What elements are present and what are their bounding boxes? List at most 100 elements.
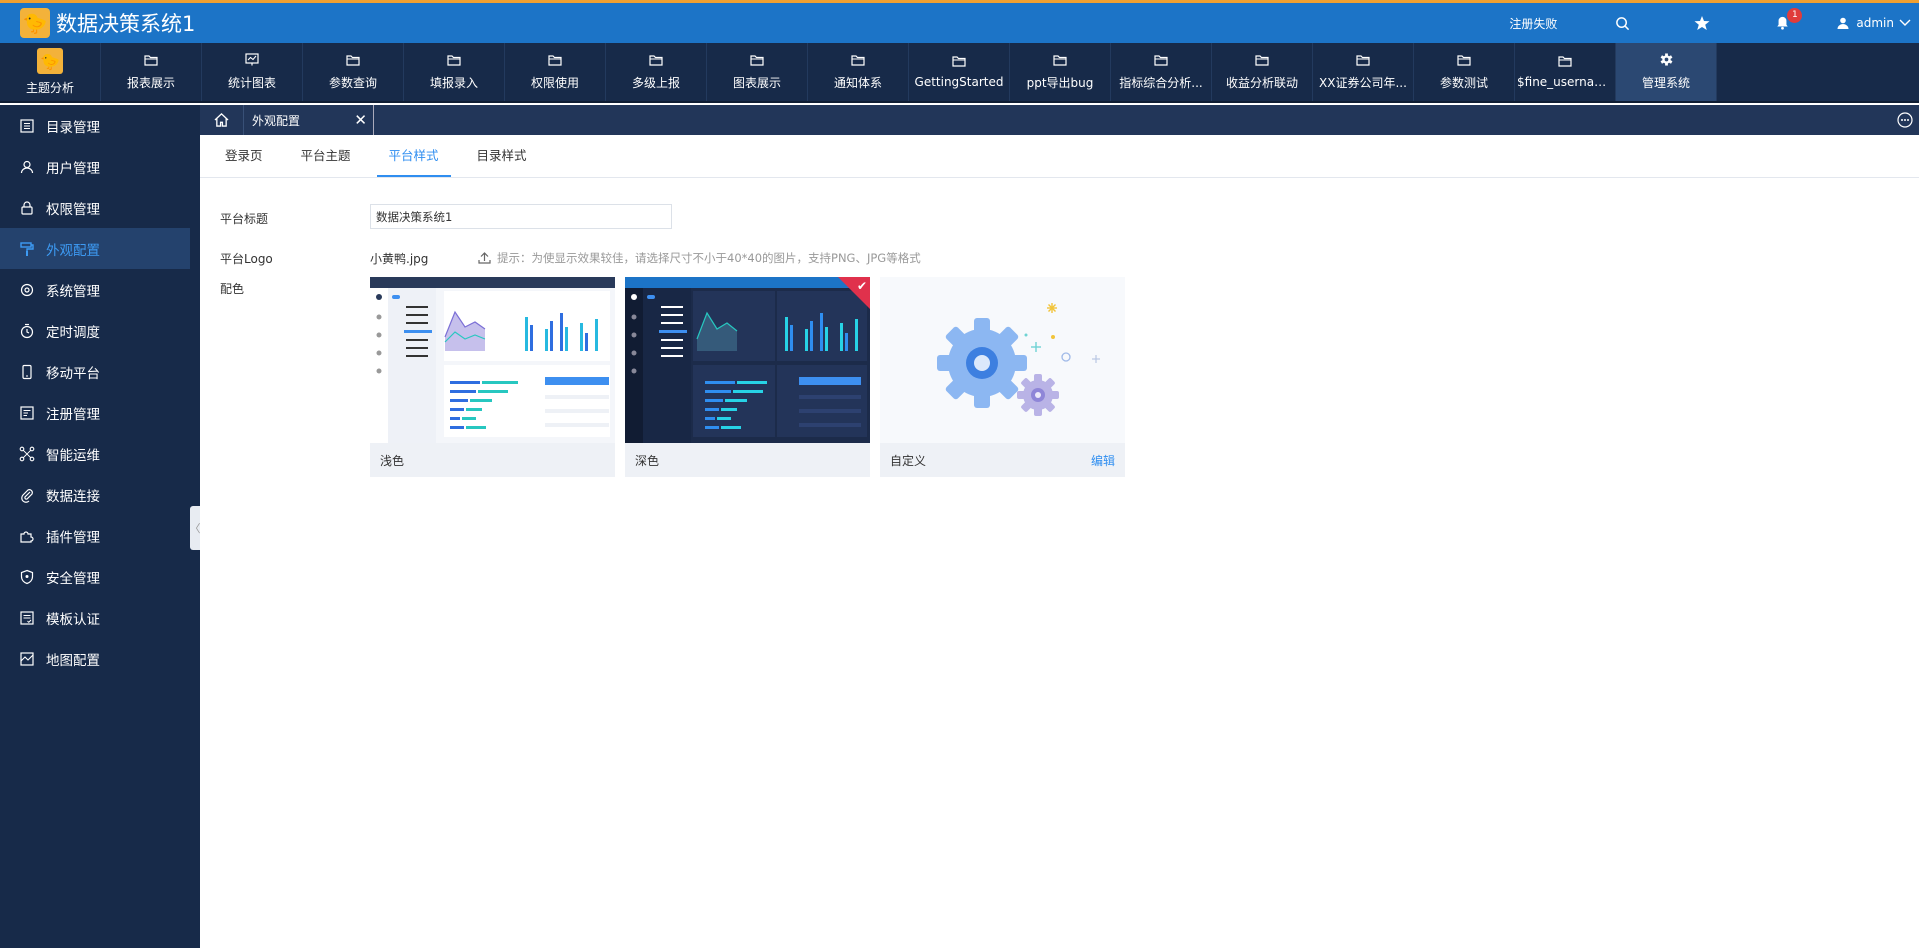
nav-item-label: 参数测试: [1439, 75, 1488, 90]
folder-icon: [750, 54, 764, 69]
folder-icon: [1154, 54, 1168, 69]
sidebar-item-8[interactable]: 智能运维: [0, 433, 190, 474]
user-menu[interactable]: admin: [1837, 16, 1911, 30]
nav-item-4[interactable]: 填报录入: [404, 43, 505, 101]
notification-button[interactable]: 1: [1757, 3, 1807, 43]
subtab-login-page[interactable]: 登录页: [213, 135, 275, 177]
sidebar-item-2[interactable]: 权限管理: [0, 187, 190, 228]
nav-item-9[interactable]: GettingStarted: [909, 43, 1010, 101]
search-button[interactable]: [1597, 3, 1647, 43]
nav-item-12[interactable]: 收益分析联动: [1212, 43, 1313, 101]
folder-icon: [346, 54, 360, 69]
subtab-platform-style[interactable]: 平台样式: [376, 135, 451, 177]
sidebar-item-label: 安全管理: [46, 570, 100, 587]
star-icon: [1694, 16, 1710, 30]
map-icon: [20, 651, 34, 666]
sidebar-item-0[interactable]: 目录管理: [0, 105, 190, 146]
platform-logo-label: 平台Logo: [220, 252, 273, 266]
gear-icon: [1660, 53, 1673, 69]
sub-tabs: 登录页 平台主题 平台样式 目录样式: [200, 135, 1919, 178]
sidebar-item-12[interactable]: 模板认证: [0, 597, 190, 638]
app-title: 数据决策系统1: [56, 12, 196, 36]
upload-icon: [478, 252, 491, 264]
nav-item-13[interactable]: XX证券公司年...: [1313, 43, 1414, 101]
sidebar-item-label: 外观配置: [46, 242, 100, 259]
nav-item-label: 多级上报: [631, 75, 680, 90]
color-scheme-cards: 浅色 ✔ 深色 自定义 编辑: [370, 277, 1125, 477]
sidebar-item-label: 智能运维: [46, 447, 100, 464]
upload-hint-text: 提示：为使显示效果较佳，请选择尺寸不小于40*40的图片，支持PNG、JPG等格…: [497, 251, 921, 265]
sidebar-item-10[interactable]: 插件管理: [0, 515, 190, 556]
home-icon: [214, 113, 229, 127]
folder-icon: [649, 54, 663, 69]
more-options-icon[interactable]: [1897, 112, 1913, 128]
nav-item-5[interactable]: 权限使用: [505, 43, 606, 101]
nav-item-16[interactable]: 管理系统: [1616, 43, 1717, 101]
folder-icon: [1558, 55, 1572, 70]
logo-file-name: 小黄鸭.jpg: [370, 252, 429, 266]
mobile-icon: [22, 364, 32, 379]
nav-item-3[interactable]: 参数查询: [303, 43, 404, 101]
nav-item-6[interactable]: 多级上报: [606, 43, 707, 101]
scheme-card-dark[interactable]: ✔ 深色: [625, 277, 870, 477]
subtab-platform-theme[interactable]: 平台主题: [289, 135, 363, 177]
register-status[interactable]: 注册失败: [1509, 15, 1557, 32]
platform-title-input[interactable]: [370, 204, 672, 229]
sidebar: 目录管理用户管理 权限管理外观配置系统管理 定时调度移动平台注册管理智能运维数据连接…: [0, 105, 200, 948]
sidebar-item-4[interactable]: 系统管理: [0, 269, 190, 310]
folder-icon: [1255, 54, 1269, 69]
paperclip-icon: [21, 488, 33, 503]
folder-icon: [1457, 54, 1471, 69]
paint-roller-icon: [20, 241, 34, 256]
nav-item-10[interactable]: ppt导出bug: [1010, 43, 1111, 101]
nav-item-11[interactable]: 指标综合分析...: [1111, 43, 1212, 101]
nav-item-label: 报表展示: [126, 75, 175, 90]
nav-item-14[interactable]: 参数测试: [1414, 43, 1515, 101]
nav-item-0[interactable]: 🐤 主题分析: [0, 43, 101, 101]
home-tab[interactable]: [200, 105, 244, 135]
certificate-icon: [20, 610, 34, 625]
tab-appearance-config[interactable]: 外观配置 ✕: [244, 105, 374, 135]
scheme-card-custom[interactable]: 自定义 编辑: [880, 277, 1125, 477]
sidebar-item-label: 目录管理: [46, 119, 100, 136]
sidebar-collapse-handle[interactable]: 〈: [190, 506, 201, 550]
shield-icon: [20, 569, 34, 584]
checkmark-icon: ✔: [856, 279, 867, 293]
sidebar-item-label: 地图配置: [46, 652, 100, 669]
sidebar-item-1[interactable]: 用户管理: [0, 146, 190, 187]
nav-item-15[interactable]: $fine_usernam...: [1515, 43, 1616, 101]
user-icon: [20, 160, 34, 173]
nav-item-7[interactable]: 图表展示: [707, 43, 808, 101]
sidebar-item-13[interactable]: 地图配置: [0, 638, 190, 679]
sidebar-item-5[interactable]: 定时调度: [0, 310, 190, 351]
sidebar-item-6[interactable]: 移动平台: [0, 351, 190, 392]
subtab-directory-style[interactable]: 目录样式: [465, 135, 539, 177]
puzzle-icon: [20, 530, 34, 543]
nav-item-label: 参数查询: [328, 75, 377, 90]
dark-theme-preview: ✔: [625, 277, 870, 443]
scheme-footer: 浅色: [370, 443, 615, 477]
nav-item-label: 填报录入: [429, 75, 478, 90]
top-bar-actions: 注册失败 1 admin: [1509, 3, 1919, 43]
sidebar-item-label: 移动平台: [46, 365, 100, 382]
notification-badge: 1: [1787, 8, 1803, 23]
gear-illustration-icon: [937, 303, 1100, 416]
close-icon[interactable]: ✕: [354, 111, 367, 129]
app-logo[interactable]: 🐤: [20, 8, 50, 38]
color-scheme-label: 配色: [220, 282, 245, 296]
sidebar-item-9[interactable]: 数据连接: [0, 474, 190, 515]
scheme-card-light[interactable]: 浅色: [370, 277, 615, 477]
sidebar-item-3[interactable]: 外观配置: [0, 228, 190, 269]
nav-item-8[interactable]: 通知体系: [808, 43, 909, 101]
edit-custom-scheme-button[interactable]: 编辑: [1091, 452, 1115, 469]
nav-item-1[interactable]: 报表展示: [101, 43, 202, 101]
chevron-down-icon: [1899, 19, 1911, 26]
folder-icon: [952, 55, 966, 70]
nav-item-2[interactable]: 统计图表: [202, 43, 303, 101]
sidebar-item-7[interactable]: 注册管理: [0, 392, 190, 433]
scheme-footer: 自定义 编辑: [880, 443, 1125, 477]
network-icon: [19, 446, 35, 461]
upload-logo-button[interactable]: 提示：为使显示效果较佳，请选择尺寸不小于40*40的图片，支持PNG、JPG等格…: [478, 250, 921, 266]
sidebar-item-11[interactable]: 安全管理: [0, 556, 190, 597]
favorites-button[interactable]: [1677, 3, 1727, 43]
